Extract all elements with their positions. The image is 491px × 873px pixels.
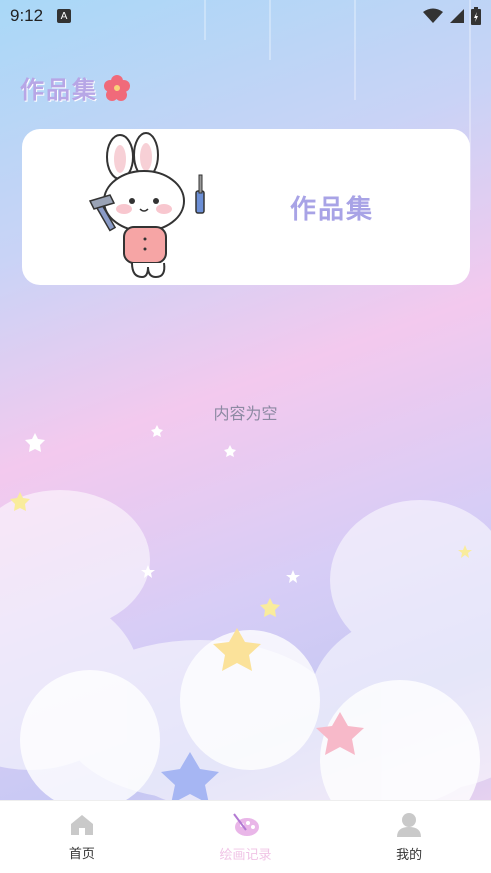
tab-drawing-records[interactable]: 绘画记录 <box>164 801 328 873</box>
portfolio-card[interactable]: 作品集 <box>22 129 470 285</box>
status-bar: 9:12 A <box>0 0 491 32</box>
page-title: 作品集 <box>20 70 132 105</box>
user-icon <box>397 812 422 837</box>
card-title: 作品集 <box>290 195 375 225</box>
tab-mine-label: 我的 <box>396 847 423 863</box>
tab-home[interactable]: 首页 <box>0 801 164 873</box>
wifi-icon <box>423 8 443 23</box>
battery-icon <box>471 7 481 25</box>
empty-state-text: 内容为空 <box>213 404 278 423</box>
bunny-with-tools-icon <box>88 132 205 279</box>
palette-icon <box>232 812 259 836</box>
flower-icon <box>104 74 130 101</box>
bottom-tab-bar: 首页 绘画记录 我的 <box>0 800 491 873</box>
tab-mine[interactable]: 我的 <box>327 801 491 873</box>
page-title-text: 作品集 <box>20 76 98 104</box>
home-icon <box>70 814 93 835</box>
tab-drawing-records-label: 绘画记录 <box>219 847 272 863</box>
tab-home-label: 首页 <box>68 846 95 862</box>
status-time: 9:12 <box>10 6 44 25</box>
signal-icon <box>450 9 464 23</box>
a-icon: A <box>57 9 72 23</box>
